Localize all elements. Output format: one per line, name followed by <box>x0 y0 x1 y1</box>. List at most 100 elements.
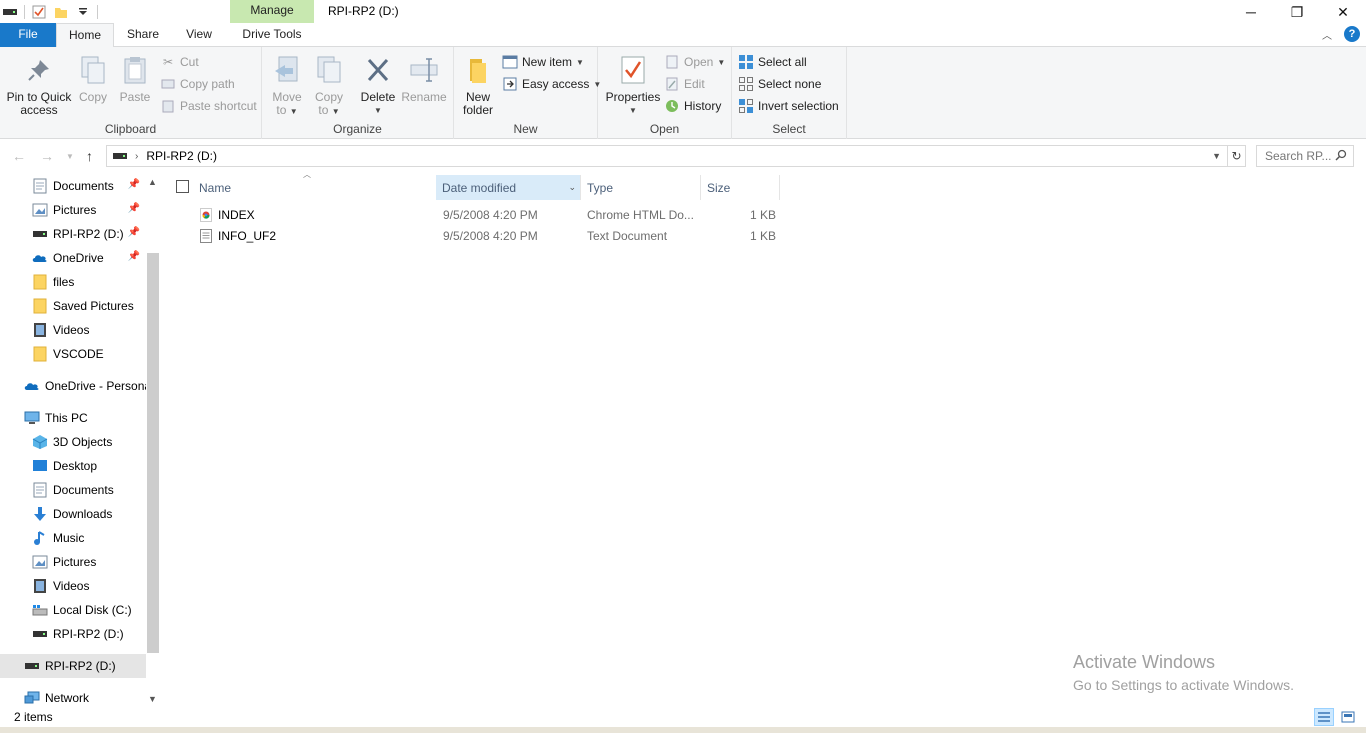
tab-share[interactable]: Share <box>116 23 170 47</box>
address-bar[interactable]: › RPI-RP2 (D:) ▼ <box>106 145 1228 167</box>
nav-item-videos-quick[interactable]: Videos <box>0 318 146 342</box>
properties-icon <box>617 53 649 87</box>
pin-icon[interactable]: 📌 <box>128 203 140 214</box>
new-item-button[interactable]: New item ▼ <box>502 52 584 72</box>
search-placeholder: Search RP... <box>1265 149 1332 163</box>
recent-locations-chevron-icon[interactable]: ▼ <box>66 152 74 161</box>
nav-item-downloads[interactable]: Downloads <box>0 502 146 526</box>
minimize-ribbon-icon[interactable]: ︿ <box>1322 27 1332 42</box>
column-header-size[interactable]: Size <box>701 175 780 200</box>
nav-scrollbar[interactable]: ▲ ▼ <box>146 173 160 708</box>
copy-path-button[interactable]: Copy path <box>160 74 235 94</box>
computer-icon <box>24 410 40 426</box>
rename-icon <box>408 53 440 87</box>
close-button[interactable]: ✕ <box>1320 0 1366 24</box>
new-folder-icon[interactable] <box>53 4 69 20</box>
breadcrumb-separator-icon[interactable]: › <box>135 151 138 162</box>
paste-shortcut-button[interactable]: Paste shortcut <box>160 96 257 116</box>
nav-item-this-pc[interactable]: This PC <box>0 406 146 430</box>
nav-item-desktop[interactable]: Desktop <box>0 454 146 478</box>
file-row[interactable]: INDEX 9/5/2008 4:20 PM Chrome HTML Do...… <box>194 205 784 226</box>
nav-item-vscode[interactable]: VSCODE <box>0 342 146 366</box>
file-size: 1 KB <box>750 208 777 222</box>
tab-view[interactable]: View <box>172 23 226 47</box>
move-to-button[interactable]: Move to ▼ <box>268 51 306 118</box>
nav-item-network[interactable]: Network <box>0 686 146 710</box>
nav-item-documents-quick[interactable]: Documents 📌 <box>0 174 146 198</box>
edit-button[interactable]: Edit <box>664 74 705 94</box>
file-row[interactable]: INFO_UF2 9/5/2008 4:20 PM Text Document … <box>194 226 784 247</box>
nav-item-onedrive-personal[interactable]: OneDrive - Persona <box>0 374 146 398</box>
nav-item-pictures-quick[interactable]: Pictures 📌 <box>0 198 146 222</box>
pin-icon[interactable]: 📌 <box>128 251 140 262</box>
scrollbar-thumb[interactable] <box>147 253 159 653</box>
restore-button[interactable]: ❐ <box>1274 0 1320 24</box>
tab-drive-tools[interactable]: Drive Tools <box>230 23 314 47</box>
address-dropdown-chevron-icon[interactable]: ▼ <box>1212 151 1221 161</box>
column-filter-chevron-icon[interactable]: ⌄ <box>568 182 576 193</box>
paste-shortcut-icon <box>160 98 176 114</box>
activate-windows-watermark: Activate Windows Go to Settings to activ… <box>1073 652 1294 693</box>
scroll-up-chevron-icon[interactable]: ▲ <box>148 177 157 187</box>
nav-item-3d-objects[interactable]: 3D Objects <box>0 430 146 454</box>
column-header-date-modified[interactable]: Date modified ⌄ <box>436 175 581 200</box>
select-none-button[interactable]: Select none <box>738 74 821 94</box>
minimize-button[interactable]: ─ <box>1228 0 1274 24</box>
pin-to-quick-access-button[interactable]: Pin to Quick access <box>6 51 72 117</box>
nav-item-files[interactable]: files <box>0 270 146 294</box>
large-icons-view-icon[interactable] <box>1338 708 1358 726</box>
details-view-icon[interactable] <box>1314 708 1334 726</box>
easy-access-button[interactable]: Easy access ▼ <box>502 74 601 94</box>
nav-item-label: OneDrive <box>53 251 104 265</box>
properties-button[interactable]: Properties ▼ <box>602 51 664 117</box>
delete-button[interactable]: Delete ▼ <box>358 51 398 117</box>
nav-item-videos[interactable]: Videos <box>0 574 146 598</box>
pin-icon[interactable]: 📌 <box>128 179 140 190</box>
open-button[interactable]: Open ▼ <box>664 52 725 72</box>
copy-to-button[interactable]: Copy to ▼ <box>310 51 348 118</box>
nav-item-onedrive-quick[interactable]: OneDrive 📌 <box>0 246 146 270</box>
invert-selection-label: Invert selection <box>758 99 839 113</box>
refresh-icon[interactable]: ↻ <box>1228 145 1246 167</box>
nav-item-pictures[interactable]: Pictures <box>0 550 146 574</box>
scroll-down-chevron-icon[interactable]: ▼ <box>148 694 157 704</box>
file-name: INDEX <box>218 208 255 222</box>
nav-item-documents[interactable]: Documents <box>0 478 146 502</box>
customize-toolbar-icon[interactable] <box>75 4 91 20</box>
search-input[interactable]: Search RP... <box>1256 145 1354 167</box>
nav-item-label: Videos <box>53 579 90 593</box>
tab-file[interactable]: File <box>0 23 56 47</box>
nav-item-rpi-rp2[interactable]: RPI-RP2 (D:) <box>0 622 146 646</box>
nav-item-saved-pictures[interactable]: Saved Pictures <box>0 294 146 318</box>
select-all-button[interactable]: Select all <box>738 52 807 72</box>
forward-arrow-icon[interactable]: → <box>40 148 54 164</box>
nav-item-music[interactable]: Music <box>0 526 146 550</box>
history-button[interactable]: History <box>664 96 721 116</box>
column-header-name[interactable]: Name <box>193 175 436 200</box>
invert-selection-button[interactable]: Invert selection <box>738 96 839 116</box>
nav-item-label: Pictures <box>53 555 97 569</box>
copy-button[interactable]: Copy <box>74 51 112 104</box>
chevron-down-icon: ▼ <box>289 107 298 116</box>
up-arrow-icon[interactable]: ↑ <box>86 148 93 164</box>
cut-button[interactable]: ✂ Cut <box>160 52 199 72</box>
paste-button[interactable]: Paste <box>116 51 154 104</box>
back-arrow-icon[interactable]: ← <box>12 148 26 164</box>
nav-item-local-disk-c[interactable]: Local Disk (C:) <box>0 598 146 622</box>
copy-label: Copy <box>78 90 107 104</box>
select-all-checkbox[interactable] <box>176 180 189 193</box>
open-icon <box>664 54 680 70</box>
breadcrumb[interactable]: RPI-RP2 (D:) <box>146 149 217 163</box>
rename-button[interactable]: Rename <box>400 51 448 104</box>
new-folder-button[interactable]: New folder <box>460 51 496 117</box>
properties-icon[interactable] <box>31 4 47 20</box>
copy-to-label-line2: to <box>318 103 329 117</box>
tab-home[interactable]: Home <box>56 23 114 48</box>
column-header-type[interactable]: Type <box>581 175 701 200</box>
nav-item-rpi-rp2-quick[interactable]: RPI-RP2 (D:) 📌 <box>0 222 146 246</box>
help-icon[interactable]: ? <box>1344 26 1360 42</box>
open-group: Properties ▼ Open ▼ Edit History Open <box>598 47 732 139</box>
nav-item-rpi-rp2-selected[interactable]: RPI-RP2 (D:) <box>0 654 146 678</box>
pin-icon[interactable]: 📌 <box>128 227 140 238</box>
nav-item-label: Desktop <box>53 459 98 473</box>
